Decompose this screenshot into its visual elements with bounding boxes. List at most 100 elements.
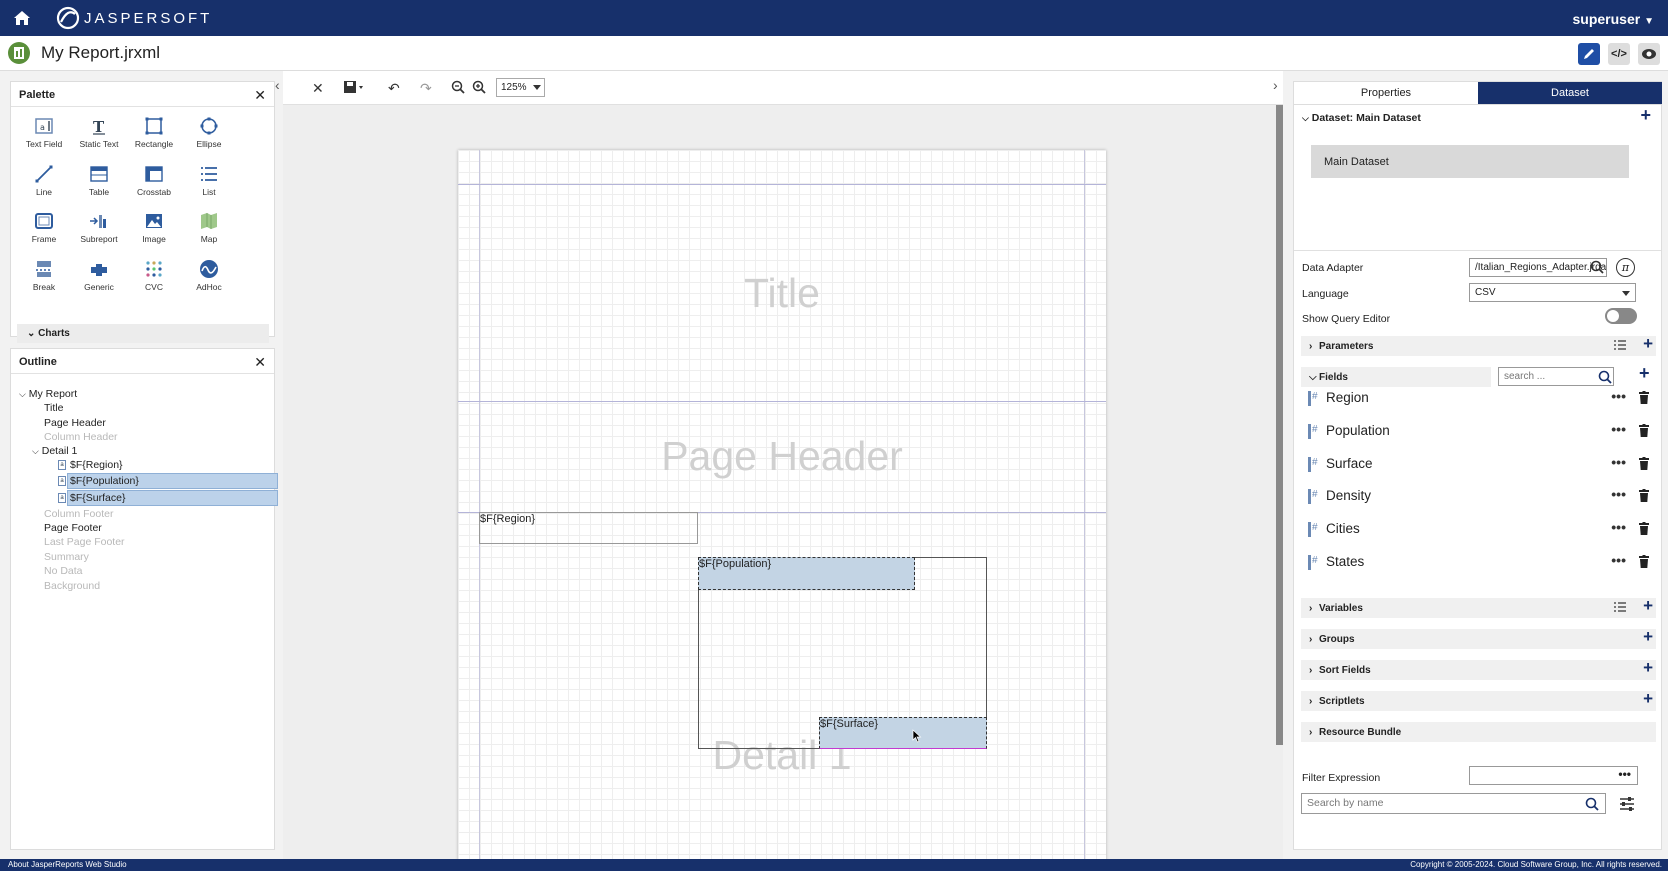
filter-settings-icon[interactable]: [1619, 796, 1635, 812]
field-item-population[interactable]: # Population •••: [1308, 421, 1654, 445]
add-scriptlet-icon[interactable]: +: [1643, 689, 1653, 709]
tab-properties[interactable]: Properties: [1294, 82, 1478, 104]
zoom-out-icon[interactable]: [451, 80, 465, 97]
language-select[interactable]: CSV: [1469, 283, 1636, 302]
add-variable-icon[interactable]: +: [1643, 596, 1653, 616]
parameters-section[interactable]: › Parameters +: [1301, 334, 1656, 356]
collapse-left-icon[interactable]: ‹: [275, 77, 280, 93]
more-icon[interactable]: •••: [1618, 767, 1631, 781]
redo-icon[interactable]: ↷: [420, 80, 432, 97]
palette-item-text-field[interactable]: a Text Field: [15, 116, 73, 149]
fields-search-input[interactable]: search ...: [1498, 367, 1614, 386]
scriptlets-section[interactable]: › Scriptlets +: [1301, 689, 1656, 711]
charts-section[interactable]: ⌄ Charts: [17, 324, 269, 343]
outline-item-surface[interactable]: a $F{Surface}: [58, 492, 125, 504]
outline-summary[interactable]: Summary: [44, 551, 89, 563]
tab-dataset[interactable]: Dataset: [1478, 82, 1662, 104]
palette-item-break[interactable]: Break: [15, 259, 73, 292]
zoom-select[interactable]: 125%: [496, 78, 545, 97]
more-icon[interactable]: •••: [1611, 388, 1626, 404]
outline-page-header[interactable]: Page Header: [44, 417, 106, 429]
search-by-name-input[interactable]: Search by name: [1301, 793, 1606, 814]
preview-mode-button[interactable]: [1638, 43, 1660, 65]
palette-item-static-text[interactable]: T Static Text: [70, 116, 128, 149]
search-icon[interactable]: [1590, 260, 1604, 274]
outline-background[interactable]: Background: [44, 580, 100, 592]
search-icon[interactable]: [1585, 797, 1599, 811]
outline-no-data[interactable]: No Data: [44, 565, 83, 577]
home-button[interactable]: [0, 0, 44, 36]
outline-item-population[interactable]: a $F{Population}: [58, 475, 139, 487]
outline-last-page-footer[interactable]: Last Page Footer: [44, 536, 125, 548]
palette-close-icon[interactable]: ✕: [254, 87, 266, 104]
outline-page-footer[interactable]: Page Footer: [44, 522, 102, 534]
groups-section[interactable]: › Groups +: [1301, 627, 1656, 649]
trash-icon[interactable]: [1639, 522, 1649, 536]
about-link[interactable]: About JasperReports Web Studio: [8, 860, 127, 869]
collapse-right-icon[interactable]: ›: [1273, 77, 1278, 93]
outline-title-band[interactable]: Title: [44, 402, 63, 414]
vertical-scrollbar[interactable]: [1276, 105, 1283, 745]
add-field-icon[interactable]: +: [1639, 363, 1650, 384]
outline-detail[interactable]: ⌵ Detail 1: [32, 445, 77, 457]
fields-section[interactable]: ⌵ Fields: [1301, 367, 1491, 387]
main-dataset-item[interactable]: Main Dataset: [1311, 145, 1629, 178]
outline-column-header[interactable]: Column Header: [44, 431, 118, 443]
search-icon[interactable]: [1598, 370, 1612, 384]
palette-item-image[interactable]: Image: [125, 211, 183, 244]
region-text-field[interactable]: $F{Region}: [479, 512, 698, 544]
palette-item-table[interactable]: Table: [70, 164, 128, 197]
palette-item-cvc[interactable]: CVC: [125, 259, 183, 292]
field-item-density[interactable]: # Density •••: [1308, 486, 1654, 510]
user-menu[interactable]: superuser ▼: [1573, 11, 1655, 27]
palette-item-list[interactable]: List: [180, 164, 238, 197]
population-text-field[interactable]: $F{Population}: [698, 557, 915, 590]
outline-column-footer[interactable]: Column Footer: [44, 508, 113, 520]
surface-text-field[interactable]: $F{Surface}: [819, 717, 987, 749]
data-adapter-input[interactable]: /Italian_Regions_Adapter.jrdax: [1469, 258, 1607, 277]
source-mode-button[interactable]: </>: [1608, 43, 1630, 65]
zoom-in-icon[interactable]: [472, 80, 486, 97]
edit-mode-button[interactable]: [1578, 43, 1600, 65]
resource-bundle-section[interactable]: › Resource Bundle: [1301, 722, 1656, 742]
undo-icon[interactable]: ↶: [388, 80, 400, 97]
palette-item-crosstab[interactable]: Crosstab: [125, 164, 183, 197]
more-icon[interactable]: •••: [1611, 454, 1626, 470]
field-item-states[interactable]: # States •••: [1308, 552, 1654, 576]
trash-icon[interactable]: [1639, 489, 1649, 503]
more-icon[interactable]: •••: [1611, 552, 1626, 568]
add-sort-field-icon[interactable]: +: [1643, 658, 1653, 678]
trash-icon[interactable]: [1639, 456, 1649, 470]
add-group-icon[interactable]: +: [1643, 627, 1653, 647]
palette-item-generic[interactable]: Generic: [70, 259, 128, 292]
save-button[interactable]: [343, 80, 365, 97]
list-icon[interactable]: [1614, 601, 1626, 613]
outline-root[interactable]: ⌵ My Report: [19, 388, 77, 400]
palette-item-line[interactable]: Line: [15, 164, 73, 197]
field-item-surface[interactable]: # Surface •••: [1308, 454, 1654, 478]
add-dataset-icon[interactable]: +: [1640, 105, 1651, 126]
close-icon[interactable]: ✕: [312, 80, 324, 97]
field-item-cities[interactable]: # Cities •••: [1308, 519, 1654, 543]
field-item-region[interactable]: # Region •••: [1308, 388, 1654, 412]
trash-icon[interactable]: [1639, 423, 1649, 437]
show-query-editor-toggle[interactable]: [1605, 308, 1637, 324]
variables-section[interactable]: › Variables +: [1301, 596, 1656, 618]
add-parameter-icon[interactable]: +: [1643, 334, 1653, 354]
trash-icon[interactable]: [1639, 391, 1649, 404]
sort-fields-section[interactable]: › Sort Fields +: [1301, 658, 1656, 680]
palette-item-adhoc[interactable]: AdHoc: [180, 259, 238, 292]
palette-item-ellipse[interactable]: Ellipse: [180, 116, 238, 149]
outline-item-region[interactable]: a $F{Region}: [58, 459, 123, 471]
palette-item-frame[interactable]: Frame: [15, 211, 73, 244]
dataset-header[interactable]: ⌵ Dataset: Main Dataset: [1302, 112, 1421, 124]
outline-close-icon[interactable]: ✕: [254, 354, 266, 371]
palette-item-rectangle[interactable]: Rectangle: [125, 116, 183, 149]
palette-item-map[interactable]: Map: [180, 211, 238, 244]
trash-icon[interactable]: [1639, 555, 1649, 568]
more-icon[interactable]: •••: [1611, 486, 1626, 502]
list-icon[interactable]: [1614, 339, 1626, 351]
more-icon[interactable]: •••: [1611, 519, 1626, 535]
more-icon[interactable]: •••: [1611, 421, 1626, 437]
filter-expression-input[interactable]: •••: [1469, 766, 1638, 785]
